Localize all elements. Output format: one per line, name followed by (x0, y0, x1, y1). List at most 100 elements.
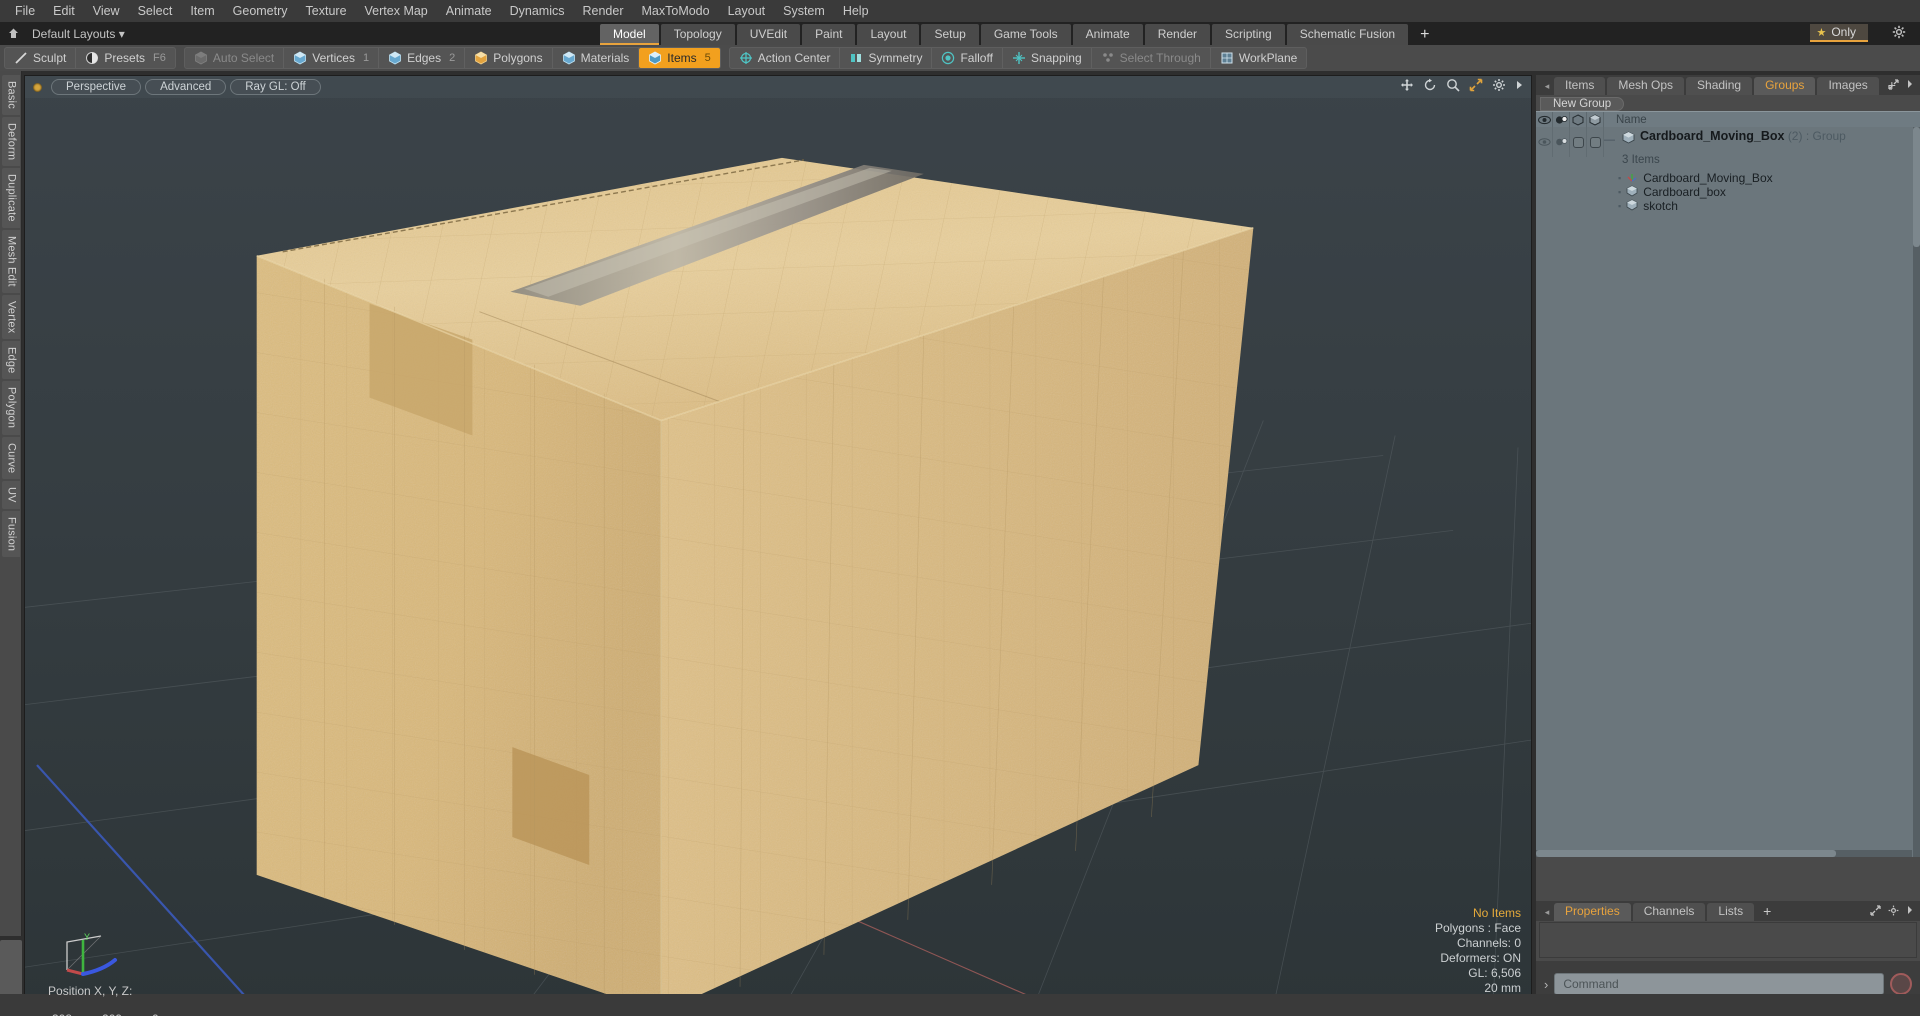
menu-dynamics[interactable]: Dynamics (501, 2, 574, 20)
row-wireframe-toggle[interactable] (1570, 127, 1587, 157)
tree-child-row-mesh-2[interactable]: ▪ skotch (1604, 199, 1912, 213)
layout-tab-paint[interactable]: Paint (802, 24, 856, 45)
rotate-icon[interactable] (1423, 78, 1437, 95)
menu-edit[interactable]: Edit (44, 2, 84, 20)
items-button[interactable]: Items 5 (639, 48, 720, 68)
gear-icon[interactable] (1888, 905, 1899, 919)
menu-vertex-map[interactable]: Vertex Map (356, 2, 437, 20)
tab-lists[interactable]: Lists (1707, 903, 1755, 921)
shaded-icon[interactable] (1587, 111, 1604, 128)
layout-tab-setup[interactable]: Setup (921, 24, 979, 45)
tree-child-row-mesh-1[interactable]: ▪ Cardboard_box (1604, 185, 1912, 199)
tab-groups[interactable]: Groups (1754, 77, 1816, 95)
tab-channels[interactable]: Channels (1632, 903, 1706, 921)
tree-child-row-locator[interactable]: ▪ Cardboard_Moving_Box (1604, 171, 1912, 185)
menu-file[interactable]: File (6, 2, 44, 20)
layout-tab-render[interactable]: Render (1144, 24, 1211, 45)
layout-tab-animate[interactable]: Animate (1072, 24, 1143, 45)
scrollbar-thumb[interactable] (1536, 850, 1836, 857)
zoom-icon[interactable] (1446, 78, 1460, 95)
layout-tab-uvedit[interactable]: UVEdit (736, 24, 801, 45)
tree-expand-toggle[interactable]: — (1604, 129, 1622, 146)
symmetry-button[interactable]: Symmetry (840, 48, 933, 68)
snapping-button[interactable]: Snapping (1003, 48, 1092, 68)
home-icon[interactable] (0, 23, 26, 45)
toolbox-tab-mesh-edit[interactable]: Mesh Edit (1, 229, 20, 293)
toolbox-tab-vertex[interactable]: Vertex (1, 294, 20, 339)
layout-tab-schematic-fusion[interactable]: Schematic Fusion (1286, 24, 1409, 45)
layout-tab-layout[interactable]: Layout (857, 24, 920, 45)
chevron-right-icon[interactable] (1515, 79, 1525, 94)
auto-select-button[interactable]: Auto Select (185, 48, 285, 68)
polygons-button[interactable]: Polygons (465, 48, 553, 68)
only-button[interactable]: ★ Only (1810, 24, 1868, 42)
gear-icon[interactable] (1892, 25, 1906, 42)
menu-help[interactable]: Help (834, 2, 878, 20)
menu-system[interactable]: System (774, 2, 834, 20)
toolbox-tab-fusion[interactable]: Fusion (1, 510, 20, 557)
toolbox-tab-basic[interactable]: Basic (1, 75, 20, 115)
scrollbar-thumb[interactable] (1913, 127, 1920, 247)
new-group-button[interactable]: New Group (1540, 97, 1625, 111)
checkbox[interactable] (1572, 136, 1584, 148)
toolbox-tab-deform[interactable]: Deform (1, 116, 20, 167)
layout-tab-topology[interactable]: Topology (660, 24, 735, 45)
gear-icon[interactable] (1492, 78, 1506, 95)
menu-layout[interactable]: Layout (719, 2, 775, 20)
group-tree-body[interactable]: — Cardboard_Moving_Box (2) : Group 3 Ite… (1536, 127, 1920, 857)
camera-icon[interactable] (1553, 111, 1570, 128)
tab-mesh-ops[interactable]: Mesh Ops (1607, 77, 1685, 95)
eye-icon[interactable] (1536, 111, 1553, 128)
menu-render[interactable]: Render (574, 2, 633, 20)
tab-images[interactable]: Images (1817, 77, 1879, 95)
left-panel-resize-handle[interactable] (0, 940, 22, 1002)
tab-properties[interactable]: Properties (1554, 903, 1631, 921)
command-input[interactable] (1554, 973, 1884, 995)
menu-item[interactable]: Item (181, 2, 223, 20)
vertices-button[interactable]: Vertices 1 (284, 48, 380, 68)
chevron-right-icon[interactable] (1906, 79, 1914, 93)
falloff-button[interactable]: Falloff (932, 48, 1003, 68)
row-visibility-toggle[interactable] (1536, 127, 1553, 157)
chevron-left-icon[interactable]: ◂ (1540, 903, 1554, 921)
menu-animate[interactable]: Animate (437, 2, 501, 20)
toolbox-tab-edge[interactable]: Edge (1, 340, 20, 380)
toolbox-tab-uv[interactable]: UV (1, 480, 20, 509)
viewport-raygl-button[interactable]: Ray GL: Off (230, 79, 321, 95)
workplane-button[interactable]: WorkPlane (1211, 48, 1306, 68)
add-layout-tab-button[interactable]: + (1410, 24, 1439, 45)
viewport-active-indicator[interactable] (33, 82, 42, 92)
viewport-3d[interactable]: Perspective Advanced Ray GL: Off Y No It… (24, 75, 1532, 1007)
toolbox-tab-duplicate[interactable]: Duplicate (1, 168, 20, 228)
viewport-shading-mode-button[interactable]: Advanced (145, 79, 227, 95)
select-through-button[interactable]: Select Through (1092, 48, 1211, 68)
menu-texture[interactable]: Texture (297, 2, 356, 20)
toolbox-tab-polygon[interactable]: Polygon (1, 381, 20, 435)
tab-items[interactable]: Items (1554, 77, 1606, 95)
action-center-button[interactable]: Action Center (730, 48, 841, 68)
tree-vertical-scrollbar[interactable] (1913, 127, 1920, 857)
menu-select[interactable]: Select (129, 2, 182, 20)
row-shaded-toggle[interactable] (1587, 127, 1604, 157)
fit-icon[interactable] (1469, 78, 1483, 95)
edges-button[interactable]: Edges 2 (379, 48, 466, 68)
move-icon[interactable] (1400, 78, 1414, 95)
tree-horizontal-scrollbar[interactable] (1536, 850, 1912, 857)
record-icon[interactable] (1890, 973, 1912, 995)
tab-shading[interactable]: Shading (1686, 77, 1753, 95)
expand-icon[interactable] (1888, 79, 1899, 93)
default-layouts-dropdown[interactable]: Default Layouts ▾ (26, 27, 131, 41)
menu-geometry[interactable]: Geometry (224, 2, 297, 20)
viewport-view-mode-button[interactable]: Perspective (51, 79, 142, 95)
layout-tab-model[interactable]: Model (600, 24, 659, 45)
menu-maxtomodo[interactable]: MaxToModo (633, 2, 719, 20)
group-row[interactable]: — Cardboard_Moving_Box (2) : Group (1604, 127, 1912, 155)
materials-button[interactable]: Materials (553, 48, 640, 68)
sculpt-button[interactable]: Sculpt (5, 48, 77, 68)
row-render-toggle[interactable] (1553, 127, 1570, 157)
checkbox[interactable] (1589, 136, 1601, 148)
wireframe-icon[interactable] (1570, 111, 1587, 128)
presets-button[interactable]: Presets F6 (76, 48, 175, 68)
menu-view[interactable]: View (84, 2, 129, 20)
expand-icon[interactable] (1870, 905, 1881, 919)
